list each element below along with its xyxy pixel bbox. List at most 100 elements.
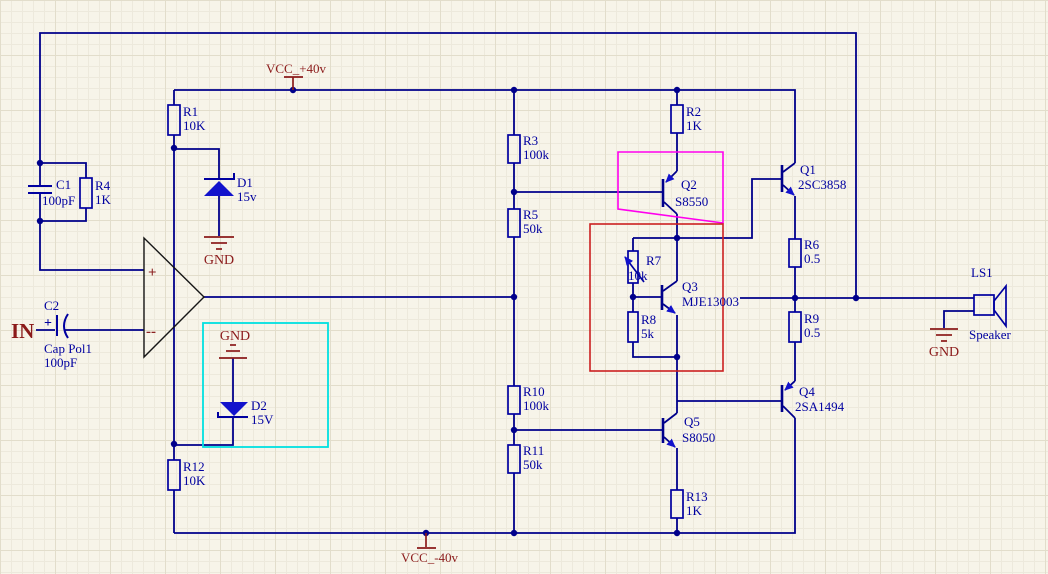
part-label: MJE13003 xyxy=(682,294,739,309)
junction-dot xyxy=(673,529,681,537)
wires xyxy=(36,32,974,534)
resistor-body[interactable] xyxy=(670,489,684,519)
junction-dot xyxy=(170,440,178,448)
vcc-pos-label: VCC_+40v xyxy=(266,61,327,76)
cap-plate-curved xyxy=(63,313,69,339)
capacitor-c1[interactable]: C1 100pF xyxy=(28,177,75,208)
resistor-body[interactable] xyxy=(167,459,181,491)
junction-dot xyxy=(170,144,178,152)
ref-label: Q3 xyxy=(682,279,698,294)
transistor-q1[interactable]: Q1 2SC3858 xyxy=(780,162,846,196)
power-port-vcc-pos[interactable]: VCC_+40v xyxy=(266,61,327,90)
ref-label: R5 xyxy=(523,207,538,222)
zener-diode-d1[interactable]: D1 15v xyxy=(204,173,257,204)
power-port-vcc-neg[interactable]: VCC_-40v xyxy=(401,533,459,565)
wire xyxy=(943,310,974,328)
ref-label: Q2 xyxy=(681,177,697,192)
highlight-box-magenta[interactable] xyxy=(617,151,724,224)
resistor-body[interactable] xyxy=(79,177,93,209)
type-label: Speaker xyxy=(969,327,1012,342)
zener-diode-d2[interactable]: D2 15V xyxy=(217,398,274,427)
emitter xyxy=(663,436,676,448)
value-label: 0.5 xyxy=(804,325,820,340)
junction-dot xyxy=(673,234,681,242)
collector xyxy=(782,162,796,173)
transistor-q5[interactable]: Q5 S8050 xyxy=(661,412,715,448)
part-label: 2SC3858 xyxy=(798,177,846,192)
value-label: 10K xyxy=(183,118,206,133)
diode-triangle-icon xyxy=(204,181,234,196)
part-label: S8050 xyxy=(682,430,715,445)
ref-label: D2 xyxy=(251,398,267,413)
wire xyxy=(174,148,220,179)
resistor-body[interactable] xyxy=(670,104,684,134)
value-label: 100k xyxy=(523,147,550,162)
capacitor-c2[interactable]: + C2 Cap Pol1 100pF xyxy=(44,298,92,370)
resistor-r6[interactable]: R6 0.5 xyxy=(788,237,820,268)
resistor-body[interactable] xyxy=(507,444,521,474)
ref-label: R7 xyxy=(646,253,662,268)
resistor-r1[interactable]: R1 10K xyxy=(167,104,206,136)
ref-label: R12 xyxy=(183,459,205,474)
speaker-cone-icon xyxy=(993,283,1007,329)
speaker-body[interactable] xyxy=(973,294,995,316)
input-net-label: IN xyxy=(11,319,34,343)
resistor-r12[interactable]: R12 10K xyxy=(167,459,206,491)
ground-symbol-d1[interactable]: GND xyxy=(204,236,234,268)
value-label: 50k xyxy=(523,221,543,236)
transistor-q4[interactable]: Q4 2SA1494 xyxy=(780,380,845,419)
resistor-r10[interactable]: R10 100k xyxy=(507,384,550,415)
wire xyxy=(40,162,87,178)
ground-symbol-speaker[interactable]: GND xyxy=(929,328,959,360)
ref-label: R9 xyxy=(804,311,819,326)
junction-dot xyxy=(673,353,681,361)
value-label: 1K xyxy=(95,192,112,207)
ref-label: R13 xyxy=(686,489,708,504)
gnd-label: GND xyxy=(204,253,234,268)
potentiometer-r7[interactable]: R7 10k xyxy=(624,250,662,284)
value-label: 1K xyxy=(686,118,703,133)
resistor-body[interactable] xyxy=(788,311,802,343)
resistor-r4[interactable]: R4 1K xyxy=(79,177,112,209)
value-label: 10k xyxy=(628,268,648,283)
junction-dot xyxy=(852,294,860,302)
junction-dot xyxy=(673,86,681,94)
ref-label: C2 xyxy=(44,298,59,313)
resistor-body[interactable] xyxy=(788,238,802,268)
resistor-r9[interactable]: R9 0.5 xyxy=(788,311,820,343)
ground-symbol-d2[interactable]: GND xyxy=(219,329,250,359)
ref-label: C1 xyxy=(56,177,71,192)
ref-label: R2 xyxy=(686,104,701,119)
transistor-q2[interactable]: Q2 S8550 xyxy=(661,170,708,215)
resistor-body[interactable] xyxy=(627,311,639,343)
emitter xyxy=(665,170,678,183)
emitter xyxy=(784,380,796,391)
resistor-r3[interactable]: R3 100k xyxy=(507,133,550,164)
resistor-r8[interactable]: R8 5k xyxy=(627,311,656,343)
resistor-body[interactable] xyxy=(507,134,521,164)
junction-dot xyxy=(36,159,44,167)
resistor-body[interactable] xyxy=(507,385,521,415)
value-label: 100k xyxy=(523,398,550,413)
resistor-r11[interactable]: R11 50k xyxy=(507,443,544,474)
ref-label: R8 xyxy=(641,312,656,327)
resistor-r13[interactable]: R13 1K xyxy=(670,489,708,519)
vcc-neg-label: VCC_-40v xyxy=(401,550,459,565)
value-label: 15v xyxy=(237,189,257,204)
ref-label: R4 xyxy=(95,178,111,193)
resistor-body[interactable] xyxy=(507,208,521,238)
transistor-q3[interactable]: Q3 MJE13003 xyxy=(660,279,739,314)
emitter xyxy=(662,303,676,314)
ref-label: R6 xyxy=(804,237,820,252)
resistor-body[interactable] xyxy=(167,104,181,136)
ref-label: D1 xyxy=(237,175,253,190)
resistor-r5[interactable]: R5 50k xyxy=(507,207,543,238)
value-label: 100pF xyxy=(42,193,75,208)
speaker-ls1[interactable]: LS1 Speaker xyxy=(969,265,1012,342)
ref-label: Q1 xyxy=(800,162,816,177)
emitter xyxy=(782,184,795,196)
junction-dot xyxy=(510,426,518,434)
ref-label: R1 xyxy=(183,104,198,119)
value-label: 15V xyxy=(251,412,274,427)
resistor-r2[interactable]: R2 1K xyxy=(670,104,703,134)
